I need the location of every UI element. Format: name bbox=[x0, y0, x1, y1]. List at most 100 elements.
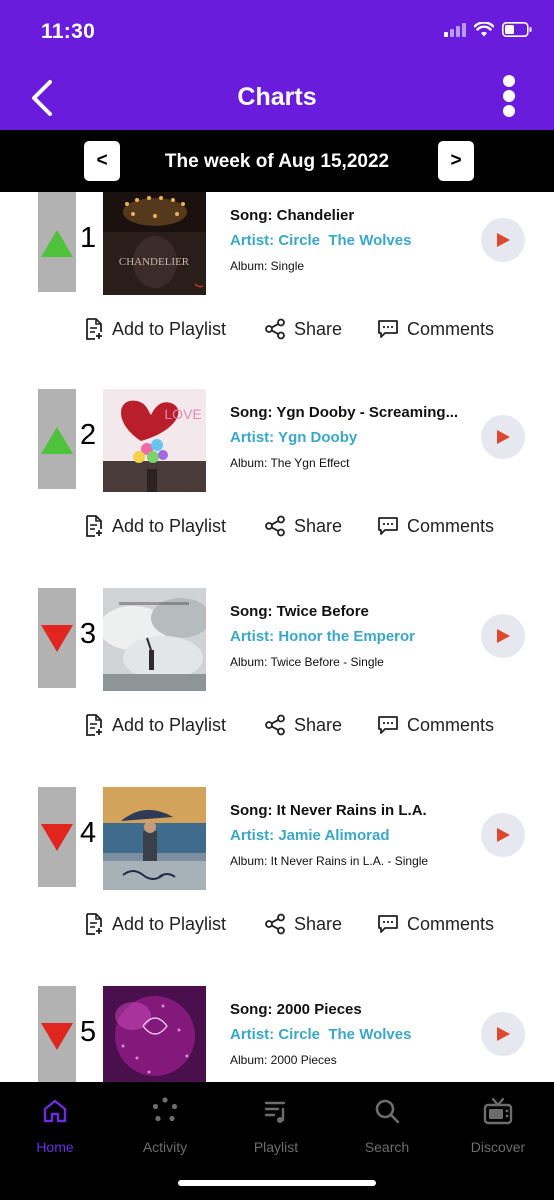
play-button[interactable] bbox=[481, 415, 525, 459]
album-name: Album: Single bbox=[230, 259, 305, 273]
trend-down-icon bbox=[41, 824, 73, 851]
rank-number: 2 bbox=[80, 419, 97, 451]
more-options-button[interactable] bbox=[496, 74, 522, 120]
chart-entry: 4 Song: It Never Rains in L.A. Artist: J… bbox=[0, 787, 554, 987]
share-label: Share bbox=[294, 913, 343, 934]
trend-indicator bbox=[38, 986, 76, 1082]
play-icon bbox=[497, 1027, 510, 1041]
add-to-playlist-icon bbox=[86, 714, 102, 736]
trend-up-icon bbox=[41, 230, 73, 257]
comments-icon bbox=[378, 716, 398, 734]
chart-entry: 3 Song: Twice Before Artist: Honor the E… bbox=[0, 588, 554, 788]
album-name: Album: Twice Before - Single bbox=[230, 655, 384, 669]
chart-list[interactable]: 1 CHANDELIER Song: Chandelier Artist: Ci… bbox=[0, 192, 554, 1082]
trend-down-icon bbox=[41, 1023, 73, 1050]
trend-indicator bbox=[38, 389, 76, 489]
search-icon bbox=[375, 1099, 400, 1124]
chart-entry: 1 CHANDELIER Song: Chandelier Artist: Ci… bbox=[0, 192, 554, 392]
song-title: Song: Twice Before bbox=[230, 603, 369, 620]
entry-actions: Add to Playlist Share Comments bbox=[0, 909, 554, 939]
play-button[interactable] bbox=[481, 614, 525, 658]
album-cover[interactable] bbox=[103, 787, 206, 890]
comments-icon bbox=[378, 320, 398, 338]
more-vertical-icon bbox=[503, 75, 515, 117]
comments-label: Comments bbox=[407, 318, 495, 339]
play-button[interactable] bbox=[481, 218, 525, 262]
add-to-playlist-label: Add to Playlist bbox=[112, 515, 227, 536]
tab-search[interactable]: Search bbox=[337, 1096, 437, 1156]
next-week-button[interactable]: > bbox=[438, 141, 474, 181]
week-selector: < The week of Aug 15,2022 > bbox=[0, 130, 554, 192]
add-to-playlist-button[interactable]: Add to Playlist bbox=[84, 511, 226, 541]
play-icon bbox=[497, 828, 510, 842]
tab-home-label: Home bbox=[36, 1139, 74, 1155]
cover-art-rain bbox=[103, 787, 206, 890]
share-button[interactable]: Share bbox=[264, 909, 342, 939]
album-cover[interactable]: LOVE bbox=[103, 389, 206, 492]
share-button[interactable]: Share bbox=[264, 314, 342, 344]
add-to-playlist-button[interactable]: Add to Playlist bbox=[84, 710, 226, 740]
activity-icon bbox=[152, 1097, 178, 1122]
tab-activity-label: Activity bbox=[142, 1139, 188, 1155]
artist-link[interactable]: Artist: Ygn Dooby bbox=[230, 429, 357, 446]
share-icon bbox=[265, 714, 285, 736]
tab-home[interactable]: Home bbox=[5, 1096, 105, 1156]
tab-playlist[interactable]: Playlist bbox=[226, 1096, 326, 1156]
tab-discover-label: Discover bbox=[470, 1139, 526, 1155]
add-to-playlist-label: Add to Playlist bbox=[112, 913, 227, 934]
add-to-playlist-button[interactable]: Add to Playlist bbox=[84, 314, 226, 344]
cover-art-smoke bbox=[103, 588, 206, 691]
artist-link[interactable]: Artist: Honor the Emperor bbox=[230, 628, 415, 645]
home-indicator[interactable] bbox=[178, 1180, 376, 1186]
chart-entry: 2 LOVE Song: Ygn Dooby - Screaming... Ar… bbox=[0, 389, 554, 589]
album-name: Album: 2000 Pieces bbox=[230, 1053, 337, 1067]
cover-art-chandelier: CHANDELIER bbox=[103, 192, 206, 295]
entry-actions: Add to Playlist Share Comments bbox=[0, 511, 554, 541]
comments-button[interactable]: Comments bbox=[377, 511, 494, 541]
artist-link[interactable]: Artist: Circle The Wolves bbox=[230, 232, 411, 249]
page-title: Charts bbox=[237, 83, 317, 111]
status-time: 11:30 bbox=[41, 20, 96, 43]
tab-playlist-label: Playlist bbox=[253, 1139, 299, 1155]
play-button[interactable] bbox=[481, 813, 525, 857]
chart-entry: 5 Song: 2000 Pieces Artist: Circle The W… bbox=[0, 986, 554, 1082]
cover-art-balloons: LOVE bbox=[103, 389, 206, 492]
share-label: Share bbox=[294, 714, 343, 735]
album-name: Album: The Ygn Effect bbox=[230, 456, 350, 470]
song-title: Song: It Never Rains in L.A. bbox=[230, 802, 427, 819]
play-button[interactable] bbox=[481, 1012, 525, 1056]
entry-actions: Add to Playlist Share Comments bbox=[0, 314, 554, 344]
comments-button[interactable]: Comments bbox=[377, 314, 494, 344]
tab-search-label: Search bbox=[364, 1139, 410, 1155]
trend-indicator bbox=[38, 192, 76, 292]
share-button[interactable]: Share bbox=[264, 511, 342, 541]
add-to-playlist-label: Add to Playlist bbox=[112, 714, 227, 735]
tab-discover[interactable]: Discover bbox=[448, 1096, 548, 1156]
svg-text:LOVE: LOVE bbox=[164, 406, 201, 422]
song-title: Song: Ygn Dooby - Screaming... bbox=[230, 404, 459, 421]
home-icon bbox=[43, 1099, 67, 1123]
comments-icon bbox=[378, 517, 398, 535]
comments-button[interactable]: Comments bbox=[377, 710, 494, 740]
previous-week-button[interactable]: < bbox=[84, 141, 120, 181]
comments-label: Comments bbox=[407, 714, 495, 735]
album-cover[interactable]: CHANDELIER bbox=[103, 192, 206, 295]
artist-link[interactable]: Artist: Jamie Alimorad bbox=[230, 827, 390, 844]
album-cover[interactable] bbox=[103, 588, 206, 691]
add-to-playlist-icon bbox=[86, 318, 102, 340]
add-to-playlist-button[interactable]: Add to Playlist bbox=[84, 909, 226, 939]
entry-actions: Add to Playlist Share Comments bbox=[0, 710, 554, 740]
wifi-icon bbox=[474, 22, 494, 37]
tab-activity[interactable]: Activity bbox=[115, 1096, 215, 1156]
album-cover[interactable] bbox=[103, 986, 206, 1082]
artist-link[interactable]: Artist: Circle The Wolves bbox=[230, 1026, 411, 1043]
svg-text:CHANDELIER: CHANDELIER bbox=[119, 256, 190, 268]
song-title: Song: Chandelier bbox=[230, 207, 355, 224]
share-button[interactable]: Share bbox=[264, 710, 342, 740]
share-label: Share bbox=[294, 515, 343, 536]
comments-label: Comments bbox=[407, 515, 495, 536]
comments-button[interactable]: Comments bbox=[377, 909, 494, 939]
app-header: 11:30 Charts bbox=[0, 0, 554, 130]
share-label: Share bbox=[294, 318, 343, 339]
share-icon bbox=[265, 913, 285, 935]
